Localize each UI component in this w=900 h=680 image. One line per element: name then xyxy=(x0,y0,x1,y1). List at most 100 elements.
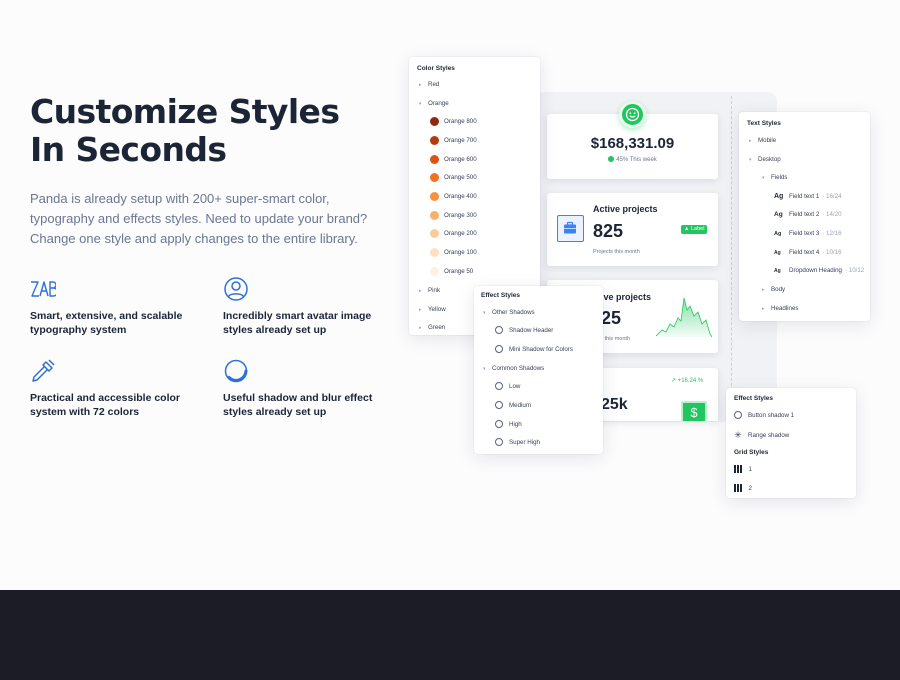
panel-title: Text Styles xyxy=(747,120,781,127)
text-group-mobile[interactable]: ▸ Mobile xyxy=(749,137,776,144)
item-meta: · 10/16 xyxy=(822,249,842,256)
item-label: High xyxy=(509,420,522,428)
caret-down-icon: ▾ xyxy=(483,365,486,372)
item-label: 1 xyxy=(748,465,752,473)
color-swatch-item[interactable]: Orange 800 xyxy=(430,117,477,126)
grid-styles-title: Grid Styles xyxy=(734,449,769,456)
color-group-green[interactable]: ▸ Green xyxy=(419,324,445,331)
grid-style-item[interactable]: 2 xyxy=(734,484,752,492)
text-group-headlines[interactable]: ▸ Headlines xyxy=(762,305,799,312)
effect-style-item[interactable]: Shadow Header xyxy=(495,326,553,334)
caret-right-icon: ▸ xyxy=(762,305,765,312)
feature-color: Practical and accessible color system wi… xyxy=(30,358,210,419)
text-style-item[interactable]: Ag Field text 1 · 16/24 xyxy=(774,193,842,200)
text-group-body[interactable]: ▸ Body xyxy=(762,286,785,293)
change-value: +16.24 % xyxy=(677,378,704,384)
color-group-yellow[interactable]: ▸ Yellow xyxy=(419,306,446,313)
text-style-icon: Ag xyxy=(774,230,782,237)
caret-right-icon: ▸ xyxy=(419,324,422,331)
revenue-change: 45% This week xyxy=(547,156,718,163)
effect-style-item[interactable]: High xyxy=(495,420,522,428)
panel-title: Effect Styles xyxy=(481,292,521,299)
card-value: 825 xyxy=(593,221,624,241)
item-label: Field text 1 xyxy=(789,193,820,200)
text-style-item[interactable]: Ag Field text 4 · 10/16 xyxy=(774,249,842,256)
item-label: Body xyxy=(771,286,786,293)
card-caption: Projects this month xyxy=(593,249,640,255)
color-group-red[interactable]: ▸ Red xyxy=(419,81,439,88)
effect-group-common[interactable]: ▾ Common Shadows xyxy=(483,365,544,372)
color-swatch xyxy=(430,136,439,145)
caret-right-icon: ▸ xyxy=(419,306,422,313)
text-style-icon: Ag xyxy=(774,267,781,274)
text-style-item[interactable]: Ag Field text 3 · 12/16 xyxy=(774,230,842,237)
text-style-icon: Ag xyxy=(774,211,783,218)
effect-style-item[interactable]: Mini Shadow for Colors xyxy=(495,345,573,353)
text-style-item[interactable]: Ag Field text 2 · 14/20 xyxy=(774,211,842,218)
shadow-circle-icon xyxy=(223,358,249,384)
text-group-desktop[interactable]: ▾ Desktop xyxy=(749,156,781,163)
color-swatch xyxy=(430,248,439,257)
revenue-change-text: 45% This week xyxy=(616,157,657,163)
text-style-item[interactable]: Ag Dropdown Heading · 10/12 xyxy=(774,267,864,274)
color-group-orange[interactable]: ▾ Orange xyxy=(419,100,449,107)
color-swatch-item[interactable]: Orange 700 xyxy=(430,136,477,145)
effect-group-other[interactable]: ▾ Other Shadows xyxy=(483,309,535,316)
color-swatch-item[interactable]: Orange 500 xyxy=(430,173,477,182)
color-swatch xyxy=(430,173,439,182)
effect-style-item[interactable]: Button shadow 1 xyxy=(734,411,794,419)
item-label: 2 xyxy=(748,484,752,492)
feature-avatar: Incredibly smart avatar image styles alr… xyxy=(223,276,403,337)
feature-text: Smart, extensive, and scalable typograph… xyxy=(30,310,183,336)
color-swatch xyxy=(430,211,439,220)
color-swatch-item[interactable]: Orange 50 xyxy=(430,267,473,276)
item-label: Orange 400 xyxy=(444,193,477,200)
effect-style-item[interactable]: ✳ Range shadow xyxy=(734,430,789,441)
divider xyxy=(731,96,732,426)
item-label: Orange 500 xyxy=(444,174,477,181)
panel-title: Effect Styles xyxy=(734,395,774,402)
item-label: Button shadow 1 xyxy=(748,411,795,419)
effect-style-item[interactable]: Medium xyxy=(495,401,531,409)
feature-text: Practical and accessible color system wi… xyxy=(30,392,180,418)
text-style-icon: Ag xyxy=(774,249,781,256)
text-group-fields[interactable]: ▾ Fields xyxy=(762,174,788,181)
card-value: 25 xyxy=(601,308,622,328)
item-label: Dropdown Heading xyxy=(789,267,842,274)
color-swatch xyxy=(430,229,439,238)
color-group-pink[interactable]: ▸ Pink xyxy=(419,287,440,294)
caret-down-icon: ▾ xyxy=(483,309,486,316)
effect-style-item[interactable]: Low xyxy=(495,382,520,390)
smiley-icon xyxy=(619,101,646,128)
shadow-icon xyxy=(495,420,503,428)
card-value: 25k xyxy=(601,396,628,413)
item-label: Green xyxy=(428,324,446,331)
item-label: Medium xyxy=(509,401,532,409)
footer xyxy=(0,590,900,680)
item-meta: · 12/16 xyxy=(822,230,842,237)
feature-text: Useful shadow and blur effect styles alr… xyxy=(223,392,373,418)
revenue-value: $168,331.09 xyxy=(590,135,675,152)
change-text: ↗ +16.24 % xyxy=(671,378,704,384)
color-swatch-item[interactable]: Orange 100 xyxy=(430,248,477,257)
item-meta: · 16/24 xyxy=(822,193,842,200)
grid-style-item[interactable]: 1 xyxy=(734,465,752,473)
shadow-icon xyxy=(495,438,503,446)
color-swatch-item[interactable]: Orange 200 xyxy=(430,229,477,238)
item-label: Orange 200 xyxy=(444,230,477,237)
effect-style-item[interactable]: Super High xyxy=(495,438,540,446)
item-label: Orange 600 xyxy=(444,156,477,163)
caret-right-icon: ▸ xyxy=(762,286,765,293)
color-swatch-item[interactable]: Orange 400 xyxy=(430,192,477,201)
color-swatch-item[interactable]: Orange 300 xyxy=(430,211,477,220)
grid-columns-icon xyxy=(734,465,742,473)
typography-icon xyxy=(30,276,59,302)
eyedropper-icon xyxy=(30,358,56,384)
badge-label: Label xyxy=(690,226,705,232)
item-label: Field text 3 xyxy=(789,230,820,237)
shadow-icon xyxy=(495,326,503,334)
hero-description: Panda is already setup with 200+ super-s… xyxy=(30,191,368,246)
item-label: Orange xyxy=(428,100,449,107)
caret-down-icon: ▾ xyxy=(762,174,765,181)
color-swatch-item[interactable]: Orange 600 xyxy=(430,155,477,164)
